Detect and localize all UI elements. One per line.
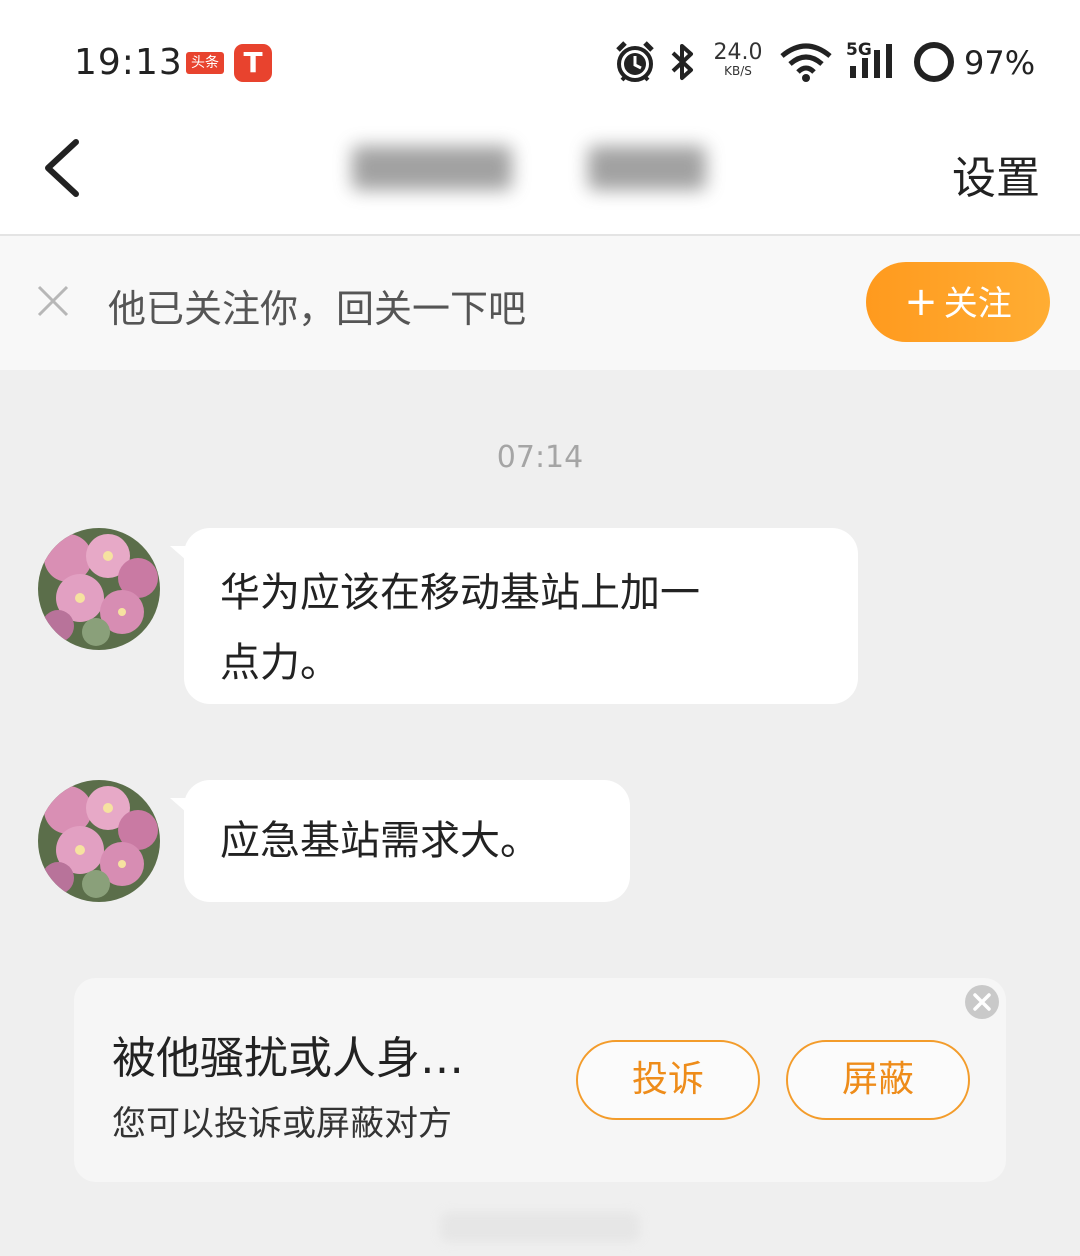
follow-back-prompt: 他已关注你，回关一下吧 [108,287,527,331]
status-time: 19:13 [74,42,183,83]
wifi-icon [780,43,832,82]
top-nav-bar: 设置 [0,120,1080,236]
bubble-tail [170,798,186,812]
contact-name-redacted [352,146,512,190]
flower-avatar-image [38,780,160,902]
flower-avatar-image [38,528,160,650]
report-card-title: 被他骚扰或人身… [112,1033,464,1084]
message-text-line: 点力。 [220,640,340,686]
network-speed-value: 24.0 [713,40,763,65]
close-icon[interactable] [36,284,70,318]
report-card-subtitle: 您可以投诉或屏蔽对方 [112,1104,452,1144]
status-bar: 19:13 头条 T 24.0 KB/S 5G 97% [0,0,1080,120]
toutiao-app-icon: 头条 [186,52,224,74]
plus-icon: + [904,279,938,325]
bluetooth-icon [671,44,693,80]
follow-button[interactable]: + 关注 [866,262,1050,342]
follow-button-label: 关注 [943,284,1012,324]
message-text-line: 华为应该在移动基站上加一 [220,570,700,616]
bubble-tail [170,546,186,560]
network-speed-unit: KB/S [724,64,752,78]
home-indicator [440,1212,640,1242]
block-button[interactable]: 屏蔽 [786,1040,970,1120]
contact-name-redacted-2 [588,146,706,190]
close-card-icon[interactable] [964,984,1000,1020]
message-bubble[interactable]: 华为应该在移动基站上加一 点力。 [170,528,858,704]
settings-button[interactable]: 设置 [952,142,1040,206]
message-bubble[interactable]: 应急基站需求大。 [170,780,630,902]
follow-back-banner: 他已关注你，回关一下吧 + 关注 [0,236,1080,370]
back-arrow-icon[interactable] [36,136,88,200]
complain-button[interactable]: 投诉 [576,1040,760,1120]
network-speed: 24.0 KB/S [712,40,764,79]
battery-percent: 97% [964,44,1036,82]
alarm-icon [616,41,654,82]
avatar[interactable] [38,780,160,902]
battery-icon [914,42,954,82]
chat-timestamp: 07:14 [496,440,584,475]
message-text: 应急基站需求大。 [220,818,540,864]
t-app-icon: T [234,44,272,82]
avatar[interactable] [38,528,160,650]
signal-strength-icon [850,44,892,78]
report-block-card: 被他骚扰或人身… 您可以投诉或屏蔽对方 投诉 屏蔽 [74,978,1006,1182]
